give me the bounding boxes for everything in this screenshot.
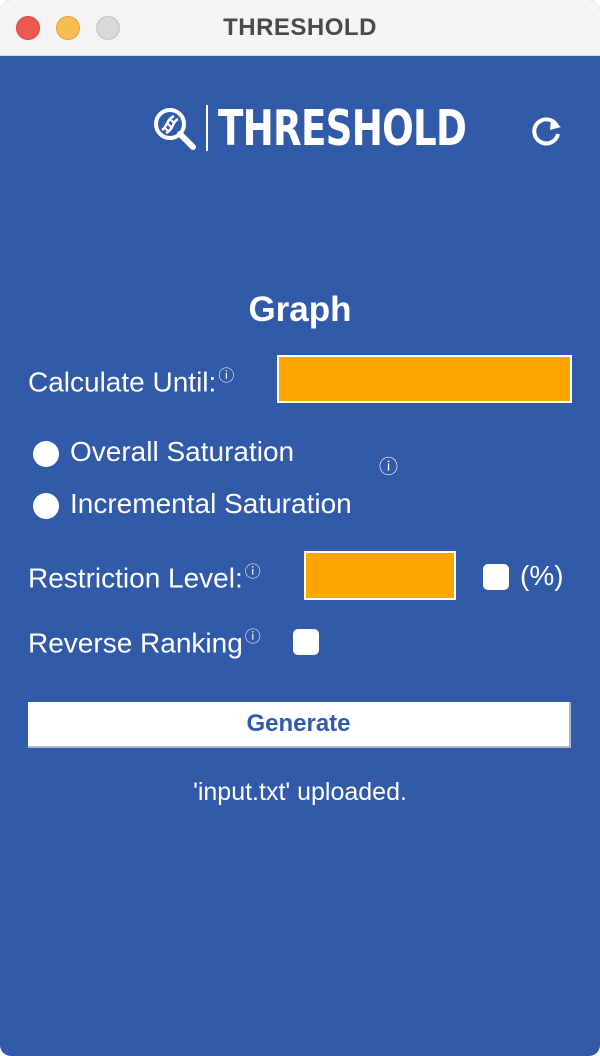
percent-label: (%) xyxy=(520,560,564,591)
reverse-ranking-text: Reverse Ranking xyxy=(28,627,243,659)
saturation-info-icon[interactable]: ⓘ xyxy=(379,452,398,479)
logo-wordmark: THRESHOLD xyxy=(218,99,467,157)
window-title: THRESHOLD xyxy=(223,14,377,41)
reverse-ranking-checkbox[interactable] xyxy=(293,629,319,655)
reverse-ranking-label: Reverse Ranking ⓘ xyxy=(28,623,261,659)
app-logo: THRESHOLD xyxy=(150,100,545,156)
info-icon[interactable]: ⓘ xyxy=(245,629,261,646)
generate-button[interactable]: Generate xyxy=(28,702,571,748)
restriction-level-input[interactable] xyxy=(304,551,456,600)
calculate-until-input[interactable] xyxy=(277,355,572,403)
title-bar: THRESHOLD xyxy=(0,0,600,56)
calculate-until-text: Calculate Until: xyxy=(28,366,217,398)
refresh-icon[interactable] xyxy=(528,112,564,148)
overall-saturation-radio[interactable] xyxy=(33,441,59,467)
percent-checkbox[interactable] xyxy=(483,564,509,590)
section-heading: Graph xyxy=(248,290,352,329)
app-window: THRESHOLD THRESHOLD Graph Calculate Unti… xyxy=(0,0,600,1056)
overall-saturation-label: Overall Saturation xyxy=(70,436,295,467)
restriction-level-text: Restriction Level: xyxy=(28,562,243,594)
status-message: 'input.txt' uploaded. xyxy=(193,778,407,806)
logo-divider xyxy=(206,105,208,151)
incremental-saturation-radio[interactable] xyxy=(33,493,59,519)
incremental-saturation-label: Incremental Saturation xyxy=(70,488,352,519)
dna-magnifier-icon xyxy=(154,108,196,150)
restriction-level-label: Restriction Level: ⓘ xyxy=(28,558,261,594)
info-icon[interactable]: ⓘ xyxy=(245,564,261,581)
main-panel: THRESHOLD Graph Calculate Until: ⓘ Overal… xyxy=(0,56,600,1056)
info-icon[interactable]: ⓘ xyxy=(218,368,234,385)
calculate-until-label: Calculate Until: ⓘ xyxy=(28,362,234,398)
